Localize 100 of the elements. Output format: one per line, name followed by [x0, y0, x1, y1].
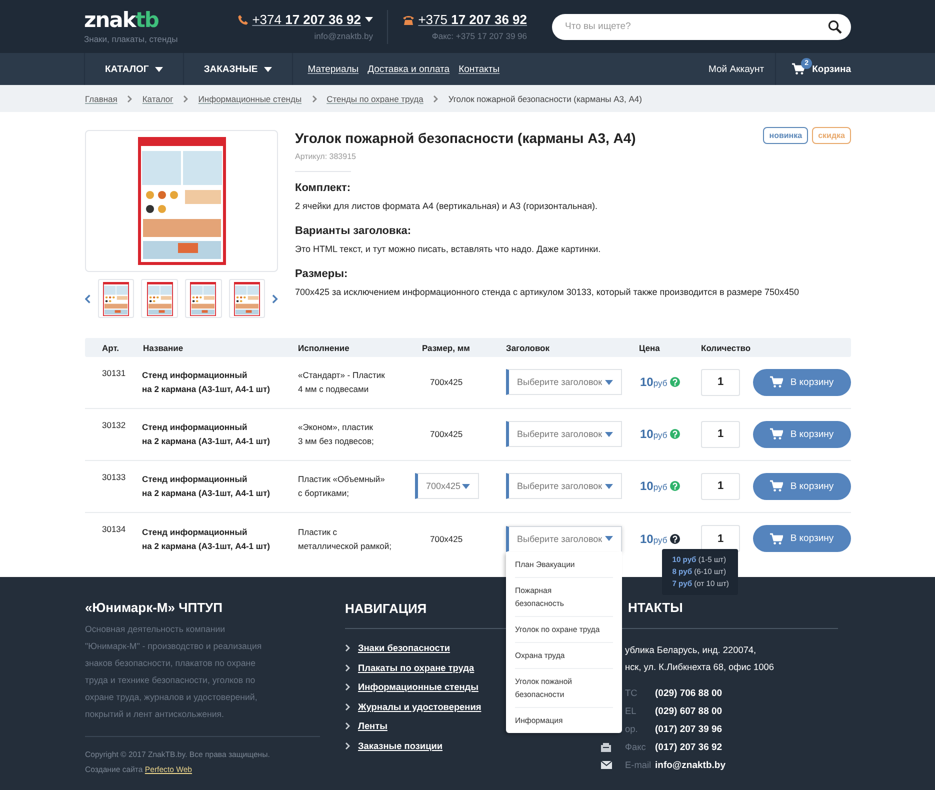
quantity-field[interactable]: 1 — [701, 525, 740, 552]
table-cell-text: 700x425 — [429, 429, 464, 439]
chevron-icon — [127, 94, 132, 102]
footer-link[interactable]: Ленты — [358, 720, 388, 732]
heading-select[interactable]: Выберите заголовок — [506, 526, 622, 552]
fax-icon — [601, 742, 611, 752]
table-cell-text: 700x425 — [429, 377, 464, 387]
product-tag: новинка — [763, 127, 808, 144]
phone-number: (029) 607 88 00 — [655, 706, 724, 716]
footer-link[interactable]: Заказные позиции — [358, 740, 443, 752]
nav-link[interactable]: Контакты — [458, 53, 509, 85]
caret-icon — [605, 536, 613, 541]
caret-icon — [264, 66, 272, 72]
footer-link[interactable]: Журналы и удостоверения — [358, 700, 482, 712]
breadcrumb-link[interactable]: Стенды по охране труда — [326, 94, 424, 104]
search-icon[interactable] — [828, 20, 842, 34]
email-address: info@znaktb.by — [655, 760, 726, 770]
chevron-icon — [433, 94, 438, 102]
product-name: Стенд информационный на 2 кармана (А3-1шт, А4-1 шт) — [141, 473, 271, 500]
column-header: Заголовок — [505, 342, 550, 352]
quantity-field[interactable]: 1 — [701, 420, 740, 448]
section-heading: Варианты заголовка: — [295, 225, 412, 237]
table-cell-text: 30133 — [101, 472, 127, 482]
phone-number: (029) 706 88 00 — [655, 688, 724, 698]
caret-icon — [154, 66, 163, 72]
product-name: Стенд информационный на 2 кармана (А3-1шт, А4-1 шт) — [141, 369, 271, 396]
footer-heading: НТАКТЫ — [628, 600, 683, 617]
nav-link[interactable]: Материалы — [308, 53, 368, 85]
table-cell-text: 30132 — [101, 420, 127, 430]
chevron-icon — [345, 683, 350, 691]
section-heading: Комплект: — [295, 182, 352, 194]
quantity-field[interactable]: 1 — [701, 368, 740, 396]
chevron-icon — [312, 94, 317, 102]
phone-icon — [238, 14, 248, 24]
heading-select[interactable]: Выберите заголовок — [506, 473, 622, 499]
cart-icon — [770, 428, 784, 440]
add-to-cart-button[interactable]: В корзину — [753, 420, 851, 448]
telephone-icon — [403, 14, 414, 24]
table-cell-text: 30131 — [101, 368, 127, 378]
product-name: Стенд информационный на 2 кармана (А3-1шт, А4-1 шт) — [141, 421, 271, 448]
section-heading: Размеры: — [295, 268, 349, 280]
help-icon[interactable] — [670, 534, 680, 544]
add-to-cart-button[interactable]: В корзину — [753, 368, 851, 396]
table-cell-text: Пластик «Объемный» с бортиками; — [297, 473, 386, 500]
caret-icon — [462, 484, 470, 488]
chevron-icon — [345, 722, 350, 730]
nav-link[interactable]: Доставка и оплата — [368, 53, 459, 85]
chevron-icon — [345, 702, 350, 710]
search-field[interactable]: Что вы ищете? — [552, 14, 851, 40]
breadcrumb-link[interactable]: Главная — [85, 94, 118, 104]
contact-label: EL — [624, 706, 638, 716]
add-to-cart-button[interactable]: В корзину — [753, 525, 851, 552]
contact-label: ор. — [624, 724, 639, 734]
product-name: Стенд информационный на 2 кармана (А3-1шт, А4-1 шт) — [141, 526, 271, 552]
table-cell-text: «Стандарт» - Пластик 4 мм с подвесами — [297, 369, 386, 396]
caret-icon — [605, 380, 613, 384]
section-text: 2 ячейки для листов формата А4 (вертикальная) и А3 (горизонтальная). — [295, 201, 599, 211]
footer-link[interactable]: Знаки безопасности — [358, 642, 450, 654]
size-select[interactable]: 700x425 — [415, 473, 479, 499]
phone-number: (017) 207 36 92 — [655, 742, 724, 752]
product-title: Уголок пожарной безопасности (карманы А3, А4) — [295, 130, 636, 146]
table-cell-text: 700x425 — [429, 534, 464, 544]
breadcrumb-link[interactable]: Информационные стенды — [198, 94, 302, 104]
table-cell-text: «Эконом», пластик 3 мм без подвесов; — [297, 421, 375, 448]
breadcrumb-current: Уголок пожарной безопасности (карманы А3, А4) — [448, 94, 642, 104]
article-number: Артикул: 383915 — [295, 152, 357, 161]
table-cell-text: Пластик с металлической рамкой; — [297, 526, 392, 552]
price: 10руб — [640, 479, 668, 493]
phone-number: (017) 207 39 96 — [655, 724, 724, 734]
phone-link[interactable]: +375 17 207 36 92 — [418, 12, 527, 27]
phone-link[interactable]: +374 17 207 36 92 — [252, 12, 361, 27]
chevron-icon — [183, 94, 188, 102]
price: 10руб — [640, 427, 668, 441]
column-header: Название — [142, 342, 184, 352]
column-header: Исполнение — [297, 342, 350, 352]
footer-heading: НАВИГАЦИЯ — [345, 601, 427, 616]
quantity-field[interactable]: 1 — [701, 472, 740, 500]
envelope-icon — [601, 761, 612, 769]
add-to-cart-button[interactable]: В корзину — [753, 472, 851, 500]
fax-number: Факс: +375 17 207 39 96 — [432, 31, 527, 41]
contact-label: E-mail — [624, 760, 652, 770]
column-header: Цена — [638, 342, 660, 352]
cart-icon — [792, 63, 806, 75]
address: ублика Беларусь, инд. 220074, нск, ул. К.Либкнехта 68, офис 1006 — [625, 644, 774, 674]
next-icon[interactable] — [272, 294, 278, 304]
contact-label: ТС — [624, 688, 638, 698]
caret-icon — [605, 432, 613, 436]
company-description: Основная деятельность компании "Юнимарк-М" - производство и реализация знаков безопасности, плакатов по охране труда и технике безопасности, уголков по охране труда, журналов и удостоверений, покрытий и лент антискольжения. — [85, 623, 263, 721]
column-header: Размер, мм — [421, 342, 470, 352]
footer-link[interactable]: Плакаты по охране труда — [358, 662, 474, 674]
section-text: 700x425 за исключением информационного стенда с артикулом 30133, который также производится в размере 750x450 — [295, 287, 800, 297]
heading-select[interactable]: Выберите заголовок — [506, 369, 622, 395]
footer-link[interactable]: Информационные стенды — [358, 681, 478, 693]
breadcrumb-link[interactable]: Каталог — [142, 94, 174, 104]
heading-select[interactable]: Выберите заголовок — [506, 421, 622, 447]
company-name: «Юнимарк-М» ЧПТУП — [85, 600, 224, 615]
logo[interactable]: znaktb — [84, 10, 158, 30]
email-address: info@znaktb.by — [314, 31, 373, 41]
price: 10руб — [640, 375, 668, 389]
previous-icon[interactable] — [85, 294, 91, 304]
